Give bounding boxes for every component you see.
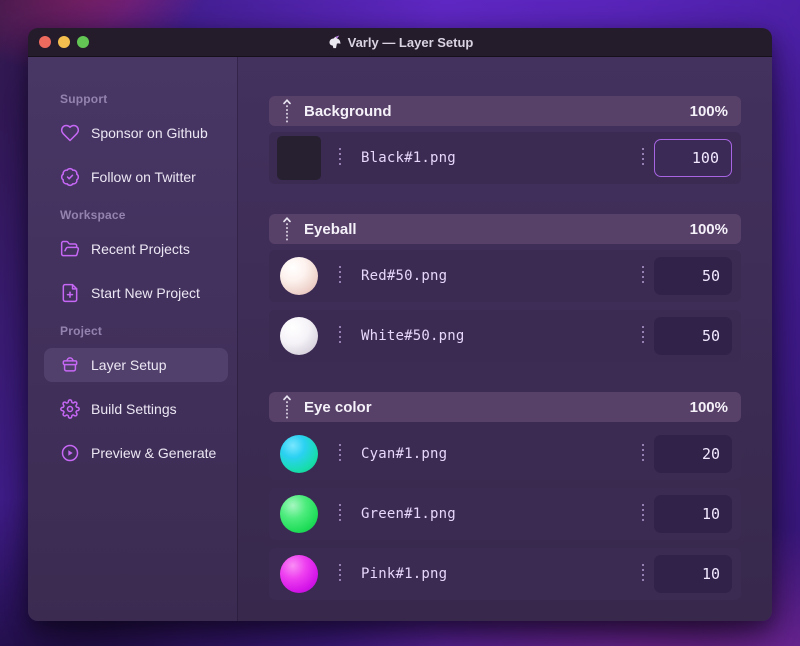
folder-open-icon — [60, 239, 80, 259]
heart-icon — [60, 123, 80, 143]
layer-row-green-1-png: Green#1.png — [269, 488, 741, 540]
layer-weight-input[interactable] — [654, 435, 732, 473]
sidebar-item-label: Follow on Twitter — [91, 169, 196, 185]
file-plus-icon — [60, 283, 80, 303]
layer-weight-input[interactable] — [654, 317, 732, 355]
layer-weight-controls — [642, 555, 732, 593]
layer-group-header: Eye color 100% — [269, 392, 741, 422]
dotted-divider — [339, 266, 341, 286]
layer-weight-input[interactable] — [654, 495, 732, 533]
sidebar-item-start-new-project[interactable]: Start New Project — [44, 276, 228, 310]
drag-handle-icon[interactable] — [282, 98, 292, 124]
sidebar-section-label: Workspace — [60, 208, 126, 222]
layer-thumbnail-white-sphere — [277, 314, 321, 358]
black-square — [277, 136, 321, 180]
sidebar-section-support: Support Sponsor on Github Follow on Twitte… — [28, 92, 237, 194]
layer-row-black-1-png: Black#1.png — [269, 132, 741, 184]
dotted-divider — [642, 504, 644, 524]
white-sphere — [280, 317, 318, 355]
sidebar-item-build-settings[interactable]: Build Settings — [44, 392, 228, 426]
dotted-divider — [642, 564, 644, 584]
dotted-divider — [339, 326, 341, 346]
drag-handle-icon[interactable] — [282, 394, 292, 420]
sidebar-item-label: Sponsor on Github — [91, 125, 208, 141]
layer-row-cyan-1-png: Cyan#1.png — [269, 428, 741, 480]
layer-group-title: Eyeball — [304, 220, 357, 238]
layer-group-header: Background 100% — [269, 96, 741, 126]
unicorn-icon — [327, 35, 342, 50]
sidebar-item-follow-on-twitter[interactable]: Follow on Twitter — [44, 160, 228, 194]
dotted-divider — [339, 444, 341, 464]
sidebar-item-recent-projects[interactable]: Recent Projects — [44, 232, 228, 266]
sidebar-item-sponsor-on-github[interactable]: Sponsor on Github — [44, 116, 228, 150]
layer-filename: Pink#1.png — [361, 566, 448, 582]
play-circle-icon — [60, 443, 80, 463]
sidebar-item-label: Build Settings — [91, 401, 177, 417]
layer-group-weight: 100% — [689, 398, 728, 416]
sidebar-item-label: Recent Projects — [91, 241, 190, 257]
layer-filename: Black#1.png — [361, 150, 456, 166]
layer-filename: Cyan#1.png — [361, 446, 448, 462]
sidebar-section-label: Project — [60, 324, 103, 338]
window-title-text: Varly — Layer Setup — [347, 34, 474, 50]
layer-thumbnail-black-square — [277, 136, 321, 180]
layer-filename: White#50.png — [361, 328, 465, 344]
layer-row-pink-1-png: Pink#1.png — [269, 548, 741, 600]
layer-weight-input[interactable] — [654, 555, 732, 593]
layer-group-eyeball: Eyeball 100% Red#50.png White#50.png — [269, 214, 741, 362]
layer-group-weight: 100% — [689, 102, 728, 120]
titlebar: Varly — Layer Setup — [28, 28, 772, 57]
green-sphere — [280, 495, 318, 533]
layer-thumbnail-red-sphere — [277, 254, 321, 298]
layer-weight-controls — [642, 139, 732, 177]
layer-group-eye-color: Eye color 100% Cyan#1.png Green#1.png Pink#1… — [269, 392, 741, 600]
sidebar-section-project: Project Layer Setup Build Settings Preview … — [28, 324, 237, 470]
dotted-divider — [642, 444, 644, 464]
layer-weight-input[interactable] — [654, 257, 732, 295]
layer-weight-controls — [642, 257, 732, 295]
dotted-divider — [339, 504, 341, 524]
cyan-sphere — [280, 435, 318, 473]
red-sphere — [280, 257, 318, 295]
gear-icon — [60, 399, 80, 419]
layer-weight-controls — [642, 435, 732, 473]
layer-setup-panel: Background 100% Black#1.png Eyeball 100% Red#… — [237, 57, 772, 621]
sidebar: Support Sponsor on Github Follow on Twitte… — [28, 57, 237, 621]
app-window: Varly — Layer Setup Support Sponsor on Gi… — [28, 28, 772, 621]
window-title: Varly — Layer Setup — [28, 35, 772, 50]
badge-check-icon — [60, 167, 80, 187]
sidebar-item-label: Layer Setup — [91, 357, 167, 373]
layer-filename: Green#1.png — [361, 506, 456, 522]
drag-handle-icon[interactable] — [282, 216, 292, 242]
sidebar-section-workspace: Workspace Recent Projects Start New Projec… — [28, 208, 237, 310]
layer-thumbnail-green-sphere — [277, 492, 321, 536]
window-body: Support Sponsor on Github Follow on Twitte… — [28, 57, 772, 621]
sidebar-item-label: Preview & Generate — [91, 445, 217, 461]
dotted-divider — [642, 266, 644, 286]
layer-row-white-50-png: White#50.png — [269, 310, 741, 362]
sidebar-item-label: Start New Project — [91, 285, 200, 301]
sidebar-section-label: Support — [60, 92, 108, 106]
layer-group-weight: 100% — [689, 220, 728, 238]
sidebar-item-preview-generate[interactable]: Preview & Generate — [44, 436, 228, 470]
pink-sphere — [280, 555, 318, 593]
sidebar-item-layer-setup[interactable]: Layer Setup — [44, 348, 228, 382]
layer-weight-controls — [642, 495, 732, 533]
dotted-divider — [642, 148, 644, 168]
layer-weight-input[interactable] — [654, 139, 732, 177]
dotted-divider — [642, 326, 644, 346]
layer-group-background: Background 100% Black#1.png — [269, 96, 741, 184]
layer-weight-controls — [642, 317, 732, 355]
layer-group-header: Eyeball 100% — [269, 214, 741, 244]
layer-filename: Red#50.png — [361, 268, 448, 284]
layer-row-red-50-png: Red#50.png — [269, 250, 741, 302]
dotted-divider — [339, 148, 341, 168]
layer-thumbnail-pink-sphere — [277, 552, 321, 596]
dotted-divider — [339, 564, 341, 584]
layer-group-title: Eye color — [304, 398, 372, 416]
layer-group-title: Background — [304, 102, 392, 120]
archive-box-icon — [60, 355, 80, 375]
layer-thumbnail-cyan-sphere — [277, 432, 321, 476]
